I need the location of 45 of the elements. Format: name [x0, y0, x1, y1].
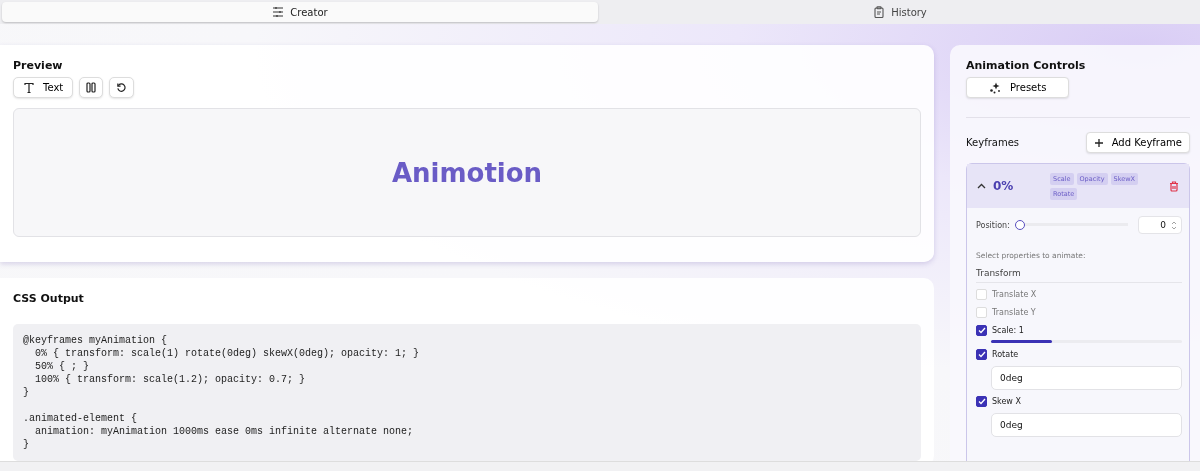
preview-text: Animotion [391, 157, 543, 188]
sliders-icon [272, 6, 285, 18]
presets-button[interactable]: Presets [966, 77, 1070, 98]
plus-icon [1093, 137, 1104, 148]
trash-icon[interactable] [1169, 180, 1179, 192]
property-label: Rotate [992, 350, 1019, 359]
value-input[interactable]: 0deg [991, 413, 1182, 437]
code-line: 0% { transform: scale(1) rotate(0deg) skewX(0deg); opacity: 1; } [34, 347, 421, 360]
tab[interactable]: History [602, 2, 1198, 22]
pause-icon [86, 82, 97, 93]
code-line: .animated-element { [23, 412, 139, 425]
property-label: Translate X [992, 290, 1037, 299]
value-input[interactable]: 0deg [991, 366, 1182, 390]
property-label: Scale: 1 [992, 326, 1024, 335]
reset-icon [116, 82, 128, 93]
property-label: Skew X [992, 397, 1021, 406]
tab[interactable]: Creator [2, 2, 598, 22]
code-line: } [23, 438, 30, 451]
chevron-icon[interactable] [977, 183, 986, 189]
text-icon [23, 81, 35, 94]
clipboard-icon [873, 6, 886, 18]
keyframe-percent: 0% [993, 179, 1015, 193]
checkbox[interactable] [976, 325, 987, 336]
sparkles-icon [989, 81, 1001, 94]
add-keyframe-button[interactable]: Add Keyframe [1085, 132, 1190, 153]
code-line: 100% { transform: scale(1.2); opacity: 0.7; } [34, 373, 307, 386]
position-label: Position: [976, 220, 1010, 230]
panel-title: Animation Controls [966, 59, 1087, 72]
code-line: @keyframes myAnimation { [23, 334, 169, 347]
code-line: animation: myAnimation 1000ms ease 0ms infinite alternate none; [34, 425, 415, 438]
code-line: 50% { ; } [34, 360, 90, 373]
checkbox[interactable] [976, 396, 987, 407]
section-title: Preview [13, 59, 64, 72]
pause-button[interactable] [79, 77, 104, 98]
checkbox[interactable] [976, 349, 987, 360]
group-heading: Transform [976, 260, 1182, 283]
keyframes-label: Keyframes [966, 137, 1019, 148]
scale-slider[interactable] [991, 340, 1182, 343]
slider-thumb[interactable] [1014, 220, 1025, 230]
text-button[interactable]: Text [13, 77, 74, 98]
code-line: } [23, 386, 30, 399]
reset-button[interactable] [109, 77, 135, 98]
section-title: CSS Output [13, 292, 85, 305]
position-input[interactable]: 0 [1138, 216, 1182, 234]
property-label: Translate Y [992, 308, 1036, 317]
